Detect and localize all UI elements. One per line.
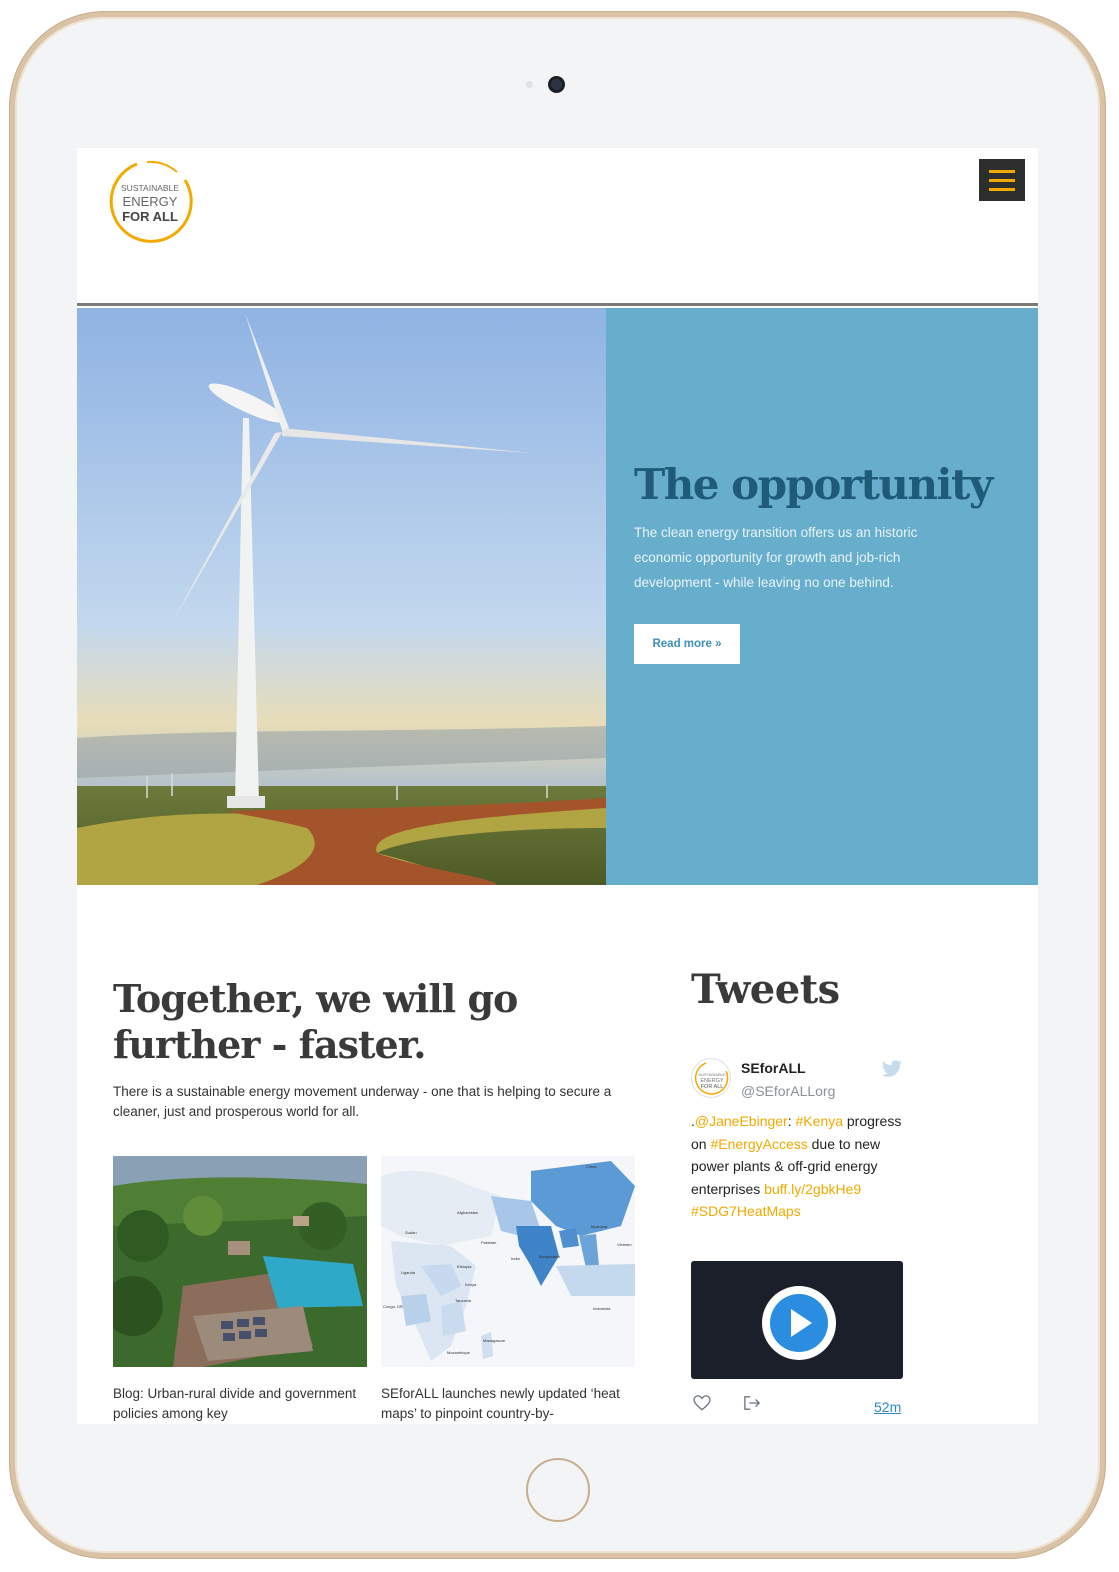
tweet-hashtag-link[interactable]: #Kenya (796, 1113, 843, 1129)
tweet-url-link[interactable]: buff.ly/2gbkHe9 (764, 1181, 861, 1197)
home-button[interactable] (526, 1458, 590, 1522)
tablet-screen: SUSTAINABLE ENERGY FOR ALL The opportuni… (77, 148, 1038, 1424)
news-card[interactable]: Blog: Urban-rural divide and government … (113, 1156, 367, 1423)
logo-line-2: ENERGY (123, 194, 178, 209)
map-label: Mozambique (447, 1350, 471, 1355)
map-label: Tanzania (455, 1298, 472, 1303)
map-label: Kenya (465, 1282, 477, 1287)
card-caption: Blog: Urban-rural divide and government … (113, 1386, 357, 1421)
logo-line-1: SUSTAINABLE (121, 183, 179, 193)
main-intro: There is a sustainable energy movement u… (113, 1084, 612, 1119)
map-label: Vietnam (617, 1242, 632, 1247)
like-heart-icon[interactable] (693, 1395, 711, 1411)
tweet-video[interactable] (691, 1261, 903, 1379)
site-header: SUSTAINABLE ENERGY FOR ALL (77, 148, 1038, 306)
map-label: Bangladesh (539, 1254, 560, 1259)
read-more-button[interactable]: Read more » (634, 624, 740, 664)
card-caption: SEforALL launches newly updated ‘heat ma… (381, 1386, 620, 1421)
map-label: Pakistan (481, 1240, 496, 1245)
avatar-logo-icon: SUSTAINABLE ENERGY FOR ALL (694, 1062, 729, 1095)
logo-ring-icon: SUSTAINABLE ENERGY FOR ALL (109, 160, 193, 243)
play-icon[interactable] (762, 1286, 836, 1360)
menu-line (989, 187, 1015, 191)
map-label: India (511, 1256, 520, 1261)
site-logo[interactable]: SUSTAINABLE ENERGY FOR ALL (107, 158, 197, 248)
hero-panel: The opportunity The clean energy transit… (606, 308, 1038, 885)
map-label: Indonesia (593, 1306, 611, 1311)
map-label: Congo, DR (383, 1304, 403, 1309)
tweet-timestamp[interactable]: 52m (874, 1399, 901, 1415)
tweet-author-name[interactable]: SEforALL (741, 1060, 806, 1076)
menu-line (989, 169, 1015, 173)
map-label: Sudan (405, 1230, 417, 1235)
tweet-mention-link[interactable]: @JaneEbinger (695, 1113, 788, 1129)
wind-turbine-image (77, 308, 606, 885)
avatar-logo-line-1: SUSTAINABLE (698, 1072, 726, 1077)
hero-section: The opportunity The clean energy transit… (77, 308, 1038, 885)
tweet-hashtag-link[interactable]: #SDG7HeatMaps (691, 1203, 801, 1219)
logo-line-3: FOR ALL (122, 209, 178, 224)
twitter-bird-icon[interactable] (881, 1060, 903, 1078)
proximity-sensor (526, 81, 533, 88)
front-camera (548, 76, 565, 93)
map-label: Afghanistan (457, 1210, 478, 1215)
map-label: Madagascar (483, 1338, 506, 1343)
hero-title: The opportunity (634, 460, 993, 509)
tweet-text: : (787, 1113, 796, 1129)
news-card[interactable]: China Afghanistan Pakistan India Banglad… (381, 1156, 635, 1423)
avatar-logo-line-3: FOR ALL (701, 1084, 724, 1090)
share-icon[interactable] (743, 1395, 761, 1411)
tweet-avatar[interactable]: SUSTAINABLE ENERGY FOR ALL (691, 1058, 731, 1098)
tweet-hashtag-link[interactable]: #EnergyAccess (710, 1136, 807, 1152)
map-label: Uganda (401, 1270, 416, 1275)
tweets-heading: Tweets (691, 966, 840, 1013)
tweet-author-handle[interactable]: @SEforALLorg (741, 1083, 835, 1099)
map-label: Myanmar (591, 1224, 608, 1229)
heat-map-image: China Afghanistan Pakistan India Banglad… (381, 1156, 635, 1367)
map-label: China (586, 1164, 597, 1169)
village-aerial-image (113, 1156, 367, 1367)
hero-text: The clean energy transition offers us an… (634, 525, 918, 590)
menu-line (989, 178, 1015, 182)
map-label: Ethiopia (457, 1264, 472, 1269)
tweet-body: .@JaneEbinger: #Kenya progress on #Energ… (691, 1110, 911, 1223)
menu-button[interactable] (979, 159, 1025, 201)
main-heading: Together, we will go further - faster. (113, 976, 518, 1067)
